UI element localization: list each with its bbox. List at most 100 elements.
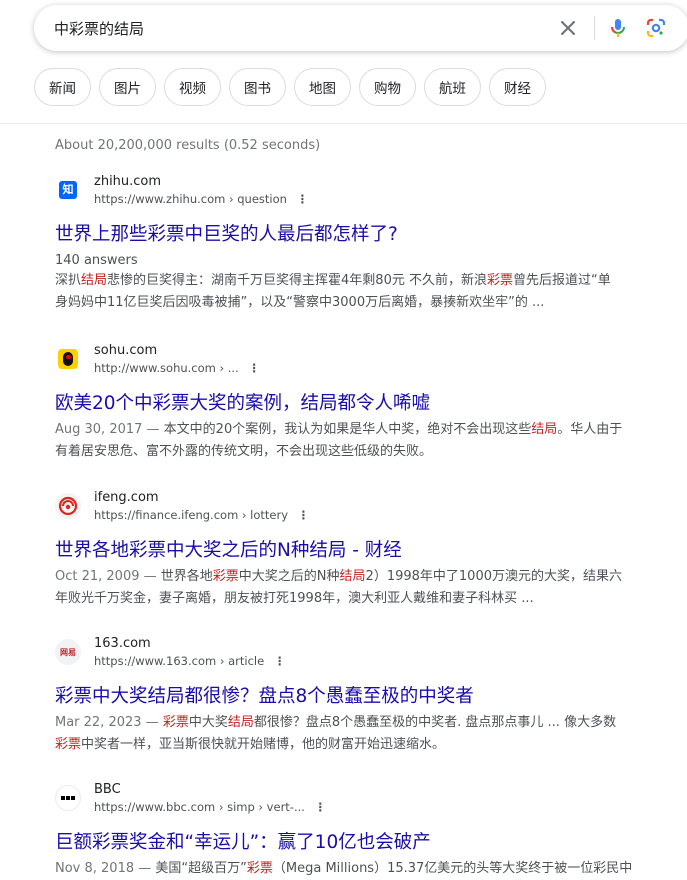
- sohu-icon: [55, 346, 81, 372]
- snippet-text: 曾先后报道过“单: [513, 273, 611, 288]
- snippet-text: （Mega Millions）15.37亿美元的头等大奖终于被一位彩民中: [272, 861, 633, 876]
- snippet-line: Nov 8, 2018 — 美国“超级百万”彩票（Mega Millions）1…: [55, 858, 655, 880]
- url-text: https://www.zhihu.com › question: [94, 192, 287, 206]
- image-search-button[interactable]: [644, 16, 668, 40]
- site-name: zhihu.com: [94, 174, 162, 189]
- result-source[interactable]: BBC https://www.bbc.com › simp › vert-..…: [55, 782, 655, 824]
- snippet-highlight: 彩票: [486, 273, 513, 288]
- result-date: Mar 22, 2023 —: [55, 715, 163, 730]
- search-result: 知 zhihu.com https://www.zhihu.com › ques…: [55, 174, 655, 314]
- snippet-text: 年败光千万奖金，妻子离婚，朋友被打死1998年，澳大利亚人戴维和妻子科林买 ..…: [55, 591, 534, 606]
- site-url: https://www.zhihu.com › question ⋮: [94, 192, 309, 206]
- chip-images[interactable]: 图片: [99, 68, 156, 106]
- snippet-line: Aug 30, 2017 — 本文中的20个案例，我认为如果是华人中奖，绝对不会…: [55, 419, 655, 441]
- result-source[interactable]: 网易 163.com https://www.163.com › article…: [55, 636, 655, 678]
- snippet-text: 中大奖之后的N种: [238, 569, 340, 584]
- result-title-link[interactable]: 彩票中大奖结局都很惨？盘点8个愚蠢至极的中奖者: [55, 684, 655, 710]
- result-snippet: Oct 21, 2009 — 世界各地彩票中大奖之后的N种结局2）1998年中了…: [55, 566, 655, 610]
- snippet-line: Oct 21, 2009 — 世界各地彩票中大奖之后的N种结局2）1998年中了…: [55, 566, 655, 588]
- snippet-highlight: 结局: [81, 273, 108, 288]
- url-text: http://www.sohu.com › ...: [94, 361, 239, 375]
- snippet-text: 世界各地: [160, 569, 213, 584]
- ifeng-logo: [58, 496, 78, 516]
- result-source[interactable]: 知 zhihu.com https://www.zhihu.com › ques…: [55, 174, 655, 216]
- netease-logo: 网易: [60, 647, 76, 657]
- result-title-link[interactable]: 巨额彩票奖金和“幸运儿”：赢了10亿也会破产: [55, 830, 655, 856]
- site-url: https://www.163.com › article ⋮: [94, 654, 286, 668]
- zhihu-icon: 知: [55, 177, 81, 203]
- snippet-highlight: 彩票: [55, 737, 82, 752]
- snippet-line: 年败光千万奖金，妻子离婚，朋友被打死1998年，澳大利亚人戴维和妻子科林买 ..…: [55, 588, 655, 610]
- result-snippet: Nov 8, 2018 — 美国“超级百万”彩票（Mega Millions）1…: [55, 858, 655, 880]
- url-text: https://www.163.com › article: [94, 654, 265, 668]
- snippet-highlight: 彩票: [212, 569, 239, 584]
- result-source[interactable]: sohu.com http://www.sohu.com › ... ⋮: [55, 343, 655, 385]
- url-text: https://www.bbc.com › simp › vert-...: [94, 800, 305, 814]
- bbc-logo-block: [71, 796, 75, 800]
- snippet-text: 深扒: [55, 273, 82, 288]
- snippet-line: 深扒结局悲惨的巨奖得主：湖南千万巨奖得主挥霍4年剩80元 不久前，新浪彩票曾先后…: [55, 270, 655, 292]
- more-options-icon[interactable]: ⋮: [313, 800, 327, 814]
- chip-finance[interactable]: 财经: [489, 68, 546, 106]
- clear-search-button[interactable]: [556, 16, 580, 40]
- snippet-line: 身妈妈中11亿巨奖后因吸毒被捕”，以及“警察中3000万后离婚，暴揍新欢坐牢”的…: [55, 292, 655, 314]
- search-input[interactable]: [54, 17, 524, 39]
- bbc-logo: [61, 796, 75, 800]
- result-snippet: Mar 22, 2023 — 彩票中大奖结局都很惨？盘点8个愚蠢至极的中奖者. …: [55, 712, 655, 756]
- result-title-link[interactable]: 世界上那些彩票中巨奖的人最后都怎样了?: [55, 222, 655, 248]
- more-options-icon[interactable]: ⋮: [296, 508, 310, 522]
- answer-count: 140 answers: [55, 253, 138, 268]
- snippet-text: 中大奖: [188, 715, 228, 730]
- more-options-icon[interactable]: ⋮: [247, 361, 261, 375]
- snippet-line: Mar 22, 2023 — 彩票中大奖结局都很惨？盘点8个愚蠢至极的中奖者. …: [55, 712, 655, 734]
- snippet-highlight: 结局: [531, 422, 558, 437]
- snippet-text: 。华人由于: [557, 422, 623, 437]
- google-lens-icon: [646, 18, 666, 38]
- result-stats: About 20,200,000 results (0.52 seconds): [55, 138, 321, 153]
- chip-flights[interactable]: 航班: [424, 68, 481, 106]
- snippet-line: 彩票中奖者一样，亚当斯很快就开始赌博，他的财富开始迅速缩水。: [55, 734, 655, 756]
- search-bar: [34, 5, 687, 51]
- microphone-icon: [610, 19, 625, 37]
- snippet-highlight: 结局: [339, 569, 366, 584]
- chip-videos[interactable]: 视频: [164, 68, 221, 106]
- site-name: sohu.com: [94, 343, 158, 358]
- search-result: ifeng.com https://finance.ifeng.com › lo…: [55, 490, 655, 610]
- snippet-text: 身妈妈中11亿巨奖后因吸毒被捕”，以及“警察中3000万后离婚，暴揍新欢坐牢”的…: [55, 295, 545, 310]
- site-name: ifeng.com: [94, 490, 159, 505]
- site-name: BBC: [94, 782, 121, 797]
- result-snippet: Aug 30, 2017 — 本文中的20个案例，我认为如果是华人中奖，绝对不会…: [55, 419, 655, 463]
- voice-search-button[interactable]: [606, 16, 630, 40]
- search-bar-divider: [594, 16, 595, 40]
- chip-news[interactable]: 新闻: [34, 68, 91, 106]
- snippet-text: 本文中的20个案例，我认为如果是华人中奖，绝对不会出现这些: [163, 422, 532, 437]
- chip-maps[interactable]: 地图: [294, 68, 351, 106]
- result-date: Aug 30, 2017 —: [55, 422, 164, 437]
- netease-icon: 网易: [55, 639, 81, 665]
- snippet-text: 中奖者一样，亚当斯很快就开始赌博，他的财富开始迅速缩水。: [81, 737, 446, 752]
- more-options-icon[interactable]: ⋮: [295, 192, 309, 206]
- snippet-text: 2）1998年中了1000万澳元的大奖，结果六: [365, 569, 622, 584]
- result-title-link[interactable]: 欧美20个中彩票大奖的案例，结局都令人唏嘘: [55, 391, 655, 417]
- snippet-highlight: 彩票: [162, 715, 189, 730]
- search-result: 网易 163.com https://www.163.com › article…: [55, 636, 655, 756]
- more-options-icon[interactable]: ⋮: [272, 654, 286, 668]
- close-icon: [560, 20, 576, 36]
- site-url: https://www.bbc.com › simp › vert-... ⋮: [94, 800, 327, 814]
- chip-books[interactable]: 图书: [229, 68, 286, 106]
- site-url: http://www.sohu.com › ... ⋮: [94, 361, 261, 375]
- ifeng-icon: [55, 493, 81, 519]
- bbc-logo-block: [61, 796, 65, 800]
- zhihu-logo: 知: [59, 181, 77, 199]
- search-result: sohu.com http://www.sohu.com › ... ⋮ 欧美20…: [55, 343, 655, 463]
- bbc-logo-block: [66, 796, 70, 800]
- result-title-link[interactable]: 世界各地彩票中大奖之后的N种结局 - 财经: [55, 538, 655, 564]
- snippet-line: 有着居安思危、富不外露的传统文明，不会出现这些低级的失败。: [55, 441, 655, 463]
- url-text: https://finance.ifeng.com › lottery: [94, 508, 289, 522]
- snippet-text: 美国“超级百万”: [155, 861, 247, 876]
- snippet-text: 有着居安思危、富不外露的传统文明，不会出现这些低级的失败。: [55, 444, 433, 459]
- result-source[interactable]: ifeng.com https://finance.ifeng.com › lo…: [55, 490, 655, 532]
- snippet-highlight: 彩票: [246, 861, 273, 876]
- chip-shopping[interactable]: 购物: [359, 68, 416, 106]
- snippet-text: 悲惨的巨奖得主：湖南千万巨奖得主挥霍4年剩80元 不久前，新浪: [107, 273, 487, 288]
